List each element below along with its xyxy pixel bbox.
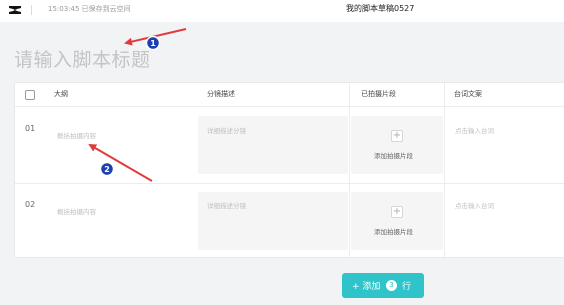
lines-input[interactable]: 点击输入台词: [455, 200, 494, 210]
save-status: 15:03:45 已保存到云空间: [48, 5, 131, 13]
header-outline: 大纲: [54, 90, 68, 98]
outline-input[interactable]: 概括拍摄内容: [57, 130, 96, 140]
add-rows-count[interactable]: 3: [386, 280, 397, 291]
divider: [31, 5, 32, 15]
lines-input[interactable]: 点击输入台词: [455, 125, 494, 135]
add-rows-button[interactable]: + 添加 3 行: [342, 273, 424, 298]
header-lines: 台词文案: [454, 90, 482, 98]
add-clip-button[interactable]: + 添加拍摄片段: [351, 116, 443, 174]
header-clips: 已拍摄片段: [361, 90, 396, 98]
capcut-logo-icon[interactable]: [8, 3, 22, 17]
shot-desc-input[interactable]: 详细描述分镜: [198, 116, 348, 174]
annotation-marker-1-label: 1: [150, 39, 156, 48]
plus-icon: +: [391, 130, 403, 142]
select-all-checkbox[interactable]: [25, 90, 35, 100]
shot-desc-placeholder: 详细描述分镜: [207, 202, 246, 210]
add-rows-suffix: 行: [402, 282, 412, 292]
document-title[interactable]: 我的脚本草稿0527: [346, 3, 414, 14]
add-clip-label: 添加拍摄片段: [374, 228, 413, 236]
row-number: 02: [25, 200, 36, 209]
table-row: 01 概括拍摄内容 详细描述分镜 + 添加拍摄片段 点击输入台词: [15, 107, 564, 183]
row-number: 01: [25, 124, 36, 133]
add-rows-label: + 添加: [352, 282, 381, 292]
top-bar: 15:03:45 已保存到云空间 我的脚本草稿0527: [0, 0, 564, 22]
plus-icon: +: [391, 206, 403, 218]
outline-input[interactable]: 概括拍摄内容: [57, 206, 96, 216]
shot-desc-input[interactable]: 详细描述分镜: [198, 192, 348, 250]
add-clip-button[interactable]: + 添加拍摄片段: [351, 192, 443, 250]
annotation-arrow-1: [124, 28, 187, 46]
table-header: 大纲 分镜描述 已拍摄片段 台词文案: [15, 83, 564, 107]
shot-desc-placeholder: 详细描述分镜: [207, 127, 246, 135]
script-title-input[interactable]: 请输入脚本标题: [14, 45, 151, 72]
add-clip-label: 添加拍摄片段: [374, 152, 413, 160]
table-row: 02 概括拍摄内容 详细描述分镜 + 添加拍摄片段 点击输入台词: [15, 184, 564, 257]
script-table: 大纲 分镜描述 已拍摄片段 台词文案 01 概括拍摄内容 详细描述分镜 + 添加…: [14, 82, 564, 258]
header-shot-desc: 分镜描述: [207, 90, 235, 98]
